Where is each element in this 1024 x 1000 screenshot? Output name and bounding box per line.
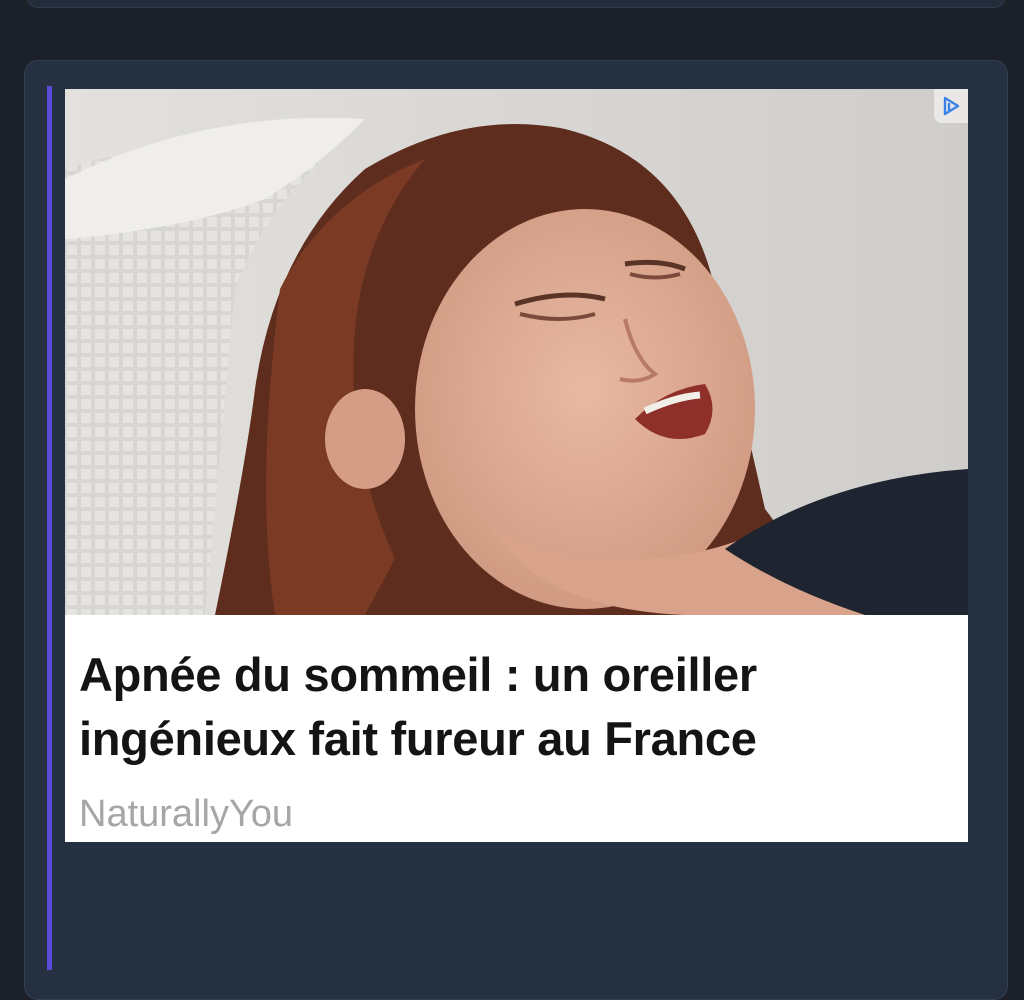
- headline-line-2: ingénieux fait fureur au France: [79, 712, 757, 765]
- previous-card: [26, 0, 1006, 8]
- ad-image[interactable]: [65, 89, 968, 615]
- headline-line-1: Apnée du sommeil : un oreiller: [79, 648, 757, 701]
- ad-source[interactable]: NaturallyYou: [79, 791, 293, 837]
- sponsored-ad[interactable]: Apnée du sommeil : un oreiller ingénieux…: [65, 89, 968, 842]
- ad-choices-icon: [943, 96, 960, 116]
- ad-headline[interactable]: Apnée du sommeil : un oreiller ingénieux…: [79, 643, 939, 771]
- accent-bar: [47, 86, 52, 970]
- ad-choices-button[interactable]: [934, 89, 968, 123]
